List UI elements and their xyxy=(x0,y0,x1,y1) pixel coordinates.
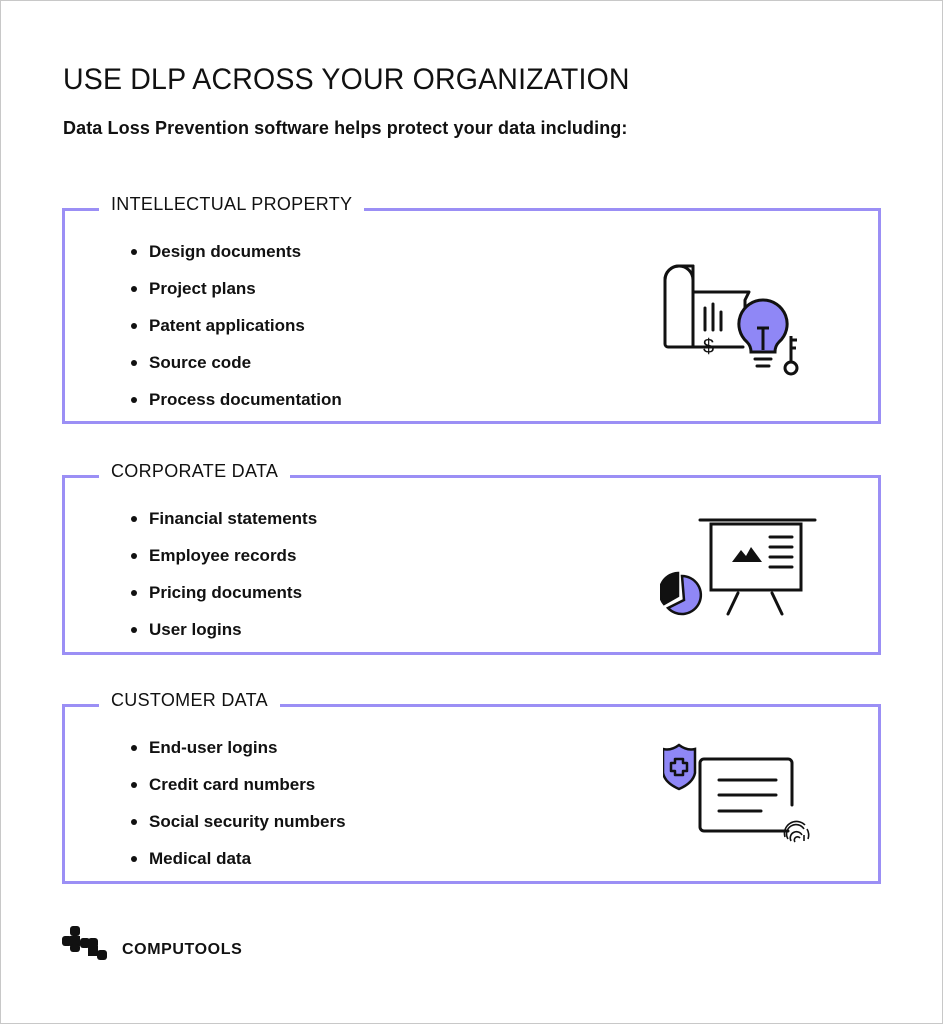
computools-logo-icon xyxy=(62,926,107,960)
list-item: Employee records xyxy=(131,537,317,574)
section-corporate-data: CORPORATE DATA Financial statements Empl… xyxy=(62,459,881,655)
shield-icon xyxy=(663,743,697,791)
list-item: Patent applications xyxy=(131,307,342,344)
section-title: CORPORATE DATA xyxy=(99,459,291,483)
section-title: CUSTOMER DATA xyxy=(99,688,280,712)
list-item: Project plans xyxy=(131,270,342,307)
list-item: Process documentation xyxy=(131,381,342,418)
list-item: Design documents xyxy=(131,233,342,270)
section-intellectual-property: INTELLECTUAL PROPERTY Design documents P… xyxy=(62,192,881,424)
list-item: Social security numbers xyxy=(131,803,346,840)
item-list: End-user logins Credit card numbers Soci… xyxy=(131,729,346,877)
document-card-icon xyxy=(698,757,794,833)
dollar-sign-icon: $ xyxy=(703,336,714,358)
brand-name: COMPUTOOLS xyxy=(122,941,243,958)
shield-document-fingerprint-icon xyxy=(663,743,810,843)
lightbulb-icon xyxy=(737,298,789,368)
section-customer-data: CUSTOMER DATA End-user logins Credit car… xyxy=(62,688,881,884)
list-item: Credit card numbers xyxy=(131,766,346,803)
item-list: Design documents Project plans Patent ap… xyxy=(131,233,342,418)
page-subtitle: Data Loss Prevention software helps prot… xyxy=(63,118,628,138)
list-item: End-user logins xyxy=(131,729,346,766)
pie-chart-icon xyxy=(660,571,703,616)
list-item: Financial statements xyxy=(131,500,317,537)
mountain-image-icon xyxy=(732,547,762,562)
presentation-board-pie-chart-icon xyxy=(660,518,817,616)
key-icon xyxy=(783,336,799,376)
scroll-roll xyxy=(663,264,695,349)
item-list: Financial statements Employee records Pr… xyxy=(131,500,317,648)
list-item: Source code xyxy=(131,344,342,381)
section-title: INTELLECTUAL PROPERTY xyxy=(99,192,365,216)
page-title: USE DLP ACROSS YOUR ORGANIZATION xyxy=(63,63,630,96)
brand-logo: COMPUTOOLS xyxy=(62,926,242,962)
list-item: Pricing documents xyxy=(131,574,317,611)
blueprint-lightbulb-key-icon: $ xyxy=(663,264,799,376)
list-item: User logins xyxy=(131,611,317,648)
list-item: Medical data xyxy=(131,840,346,877)
